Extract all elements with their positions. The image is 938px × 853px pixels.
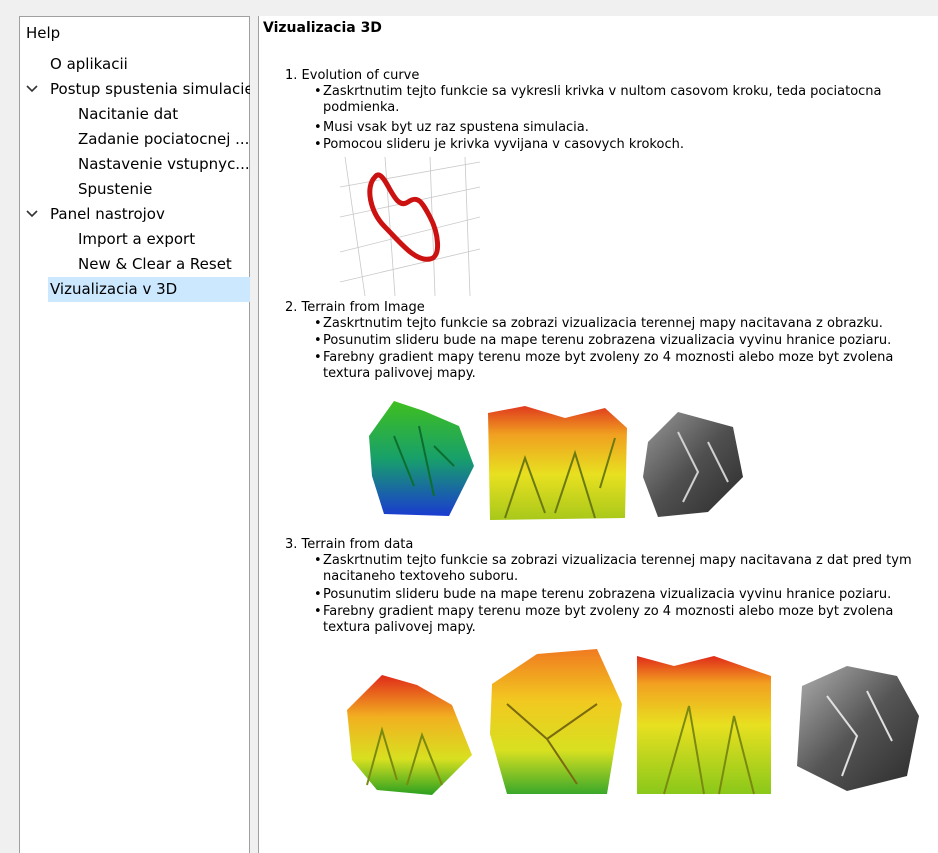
sidebar-item-spustenie[interactable]: Spustenie — [78, 177, 152, 202]
sidebar-item-label: O aplikacii — [50, 55, 128, 73]
bullet-item: • Farebny gradient mapy terenu moze byt z… — [314, 604, 894, 635]
terrain-image-yellow-red-render — [485, 398, 630, 523]
chevron-down-icon[interactable] — [26, 202, 40, 227]
sidebar-item-label: Vizualizacia v 3D — [50, 280, 178, 298]
sidebar-item-panel-nastrojov[interactable]: Panel nastrojov — [20, 202, 249, 227]
terrain-image-green-blue-render — [364, 396, 479, 521]
bullet-item: • Zaskrtnutim tejto funkcie sa zobrazi vi… — [314, 316, 883, 331]
sidebar-item-label: Zadanie pociatocnej ... — [78, 130, 250, 148]
bullet-item: • Posunutim slideru bude na mape terenu z… — [314, 587, 892, 602]
tree-root-label: Help — [26, 24, 61, 42]
sidebar-item-label: Import a export — [78, 230, 196, 248]
terrain-image-grayscale-render — [638, 402, 748, 522]
sidebar-item-label: New & Clear a Reset — [78, 255, 232, 273]
bullet-dot: • — [314, 120, 322, 135]
sidebar-item-vizualizacia-v-3d[interactable]: Vizualizacia v 3D — [48, 277, 251, 302]
terrain-data-render-2 — [487, 644, 627, 799]
splitter-handle[interactable] — [250, 16, 258, 853]
bullet-dot: • — [314, 587, 322, 602]
sidebar-item-o-aplikacii[interactable]: O aplikacii — [50, 52, 128, 77]
chevron-down-icon[interactable] — [26, 77, 40, 102]
tree-root-help[interactable]: Help — [26, 21, 60, 46]
sidebar-item-nacitanie-dat[interactable]: Nacitanie dat — [78, 102, 178, 127]
section-heading-terrain-from-image: 2. Terrain from Image — [285, 300, 425, 315]
section-heading-terrain-from-data: 3. Terrain from data — [285, 537, 414, 552]
page-title: Vizualizacia 3D — [263, 20, 382, 36]
section-heading-evolution-of-curve: 1. Evolution of curve — [285, 68, 420, 83]
sidebar-item-postup-spustenia[interactable]: Postup spustenia simulacie — [20, 77, 254, 102]
terrain-data-render-grayscale — [787, 656, 927, 801]
terrain-data-render-1 — [337, 660, 482, 800]
sidebar-item-label: Nastavenie vstupnyc... — [78, 155, 250, 173]
sidebar-item-label: Spustenie — [78, 180, 153, 198]
bullet-item: • Farebny gradient mapy terenu moze byt z… — [314, 350, 894, 381]
bullet-item: • Zaskrtnutim tejto funkcie sa vykresli k… — [314, 84, 882, 115]
bullet-item: • Zaskrtnutim tejto funkcie sa zobrazi vi… — [314, 553, 912, 584]
curve-evolution-image — [340, 157, 480, 296]
sidebar-item-zadanie-pociatocnej[interactable]: Zadanie pociatocnej ... — [78, 127, 249, 152]
bullet-dot: • — [314, 333, 322, 348]
bullet-item: • Musi vsak byt uz raz spustena simulacia… — [314, 120, 589, 135]
sidebar-item-new-clear-reset[interactable]: New & Clear a Reset — [78, 252, 232, 277]
bullet-dot: • — [314, 316, 322, 331]
sidebar-item-label: Postup spustenia simulacie — [50, 80, 254, 98]
terrain-data-render-3 — [634, 646, 774, 796]
bullet-dot: • — [314, 350, 322, 365]
bullet-dot: • — [314, 84, 322, 99]
sidebar-item-import-a-export[interactable]: Import a export — [78, 227, 195, 252]
bullet-item: • Pomocou slideru je krivka vyvijana v ca… — [314, 137, 684, 152]
bullet-item: • Posunutim slideru bude na mape terenu z… — [314, 333, 892, 348]
sidebar-item-label: Panel nastrojov — [50, 205, 165, 223]
bullet-dot: • — [314, 553, 322, 568]
bullet-dot: • — [314, 604, 322, 619]
sidebar-item-label: Nacitanie dat — [78, 105, 179, 123]
help-content-panel: Vizualizacia 3D 1. Evolution of curve • Z… — [258, 16, 938, 853]
sidebar-item-nastavenie-vstupnych[interactable]: Nastavenie vstupnyc... — [78, 152, 250, 177]
help-tree-panel[interactable]: Help O aplikacii Postup spustenia simula… — [19, 16, 254, 853]
bullet-dot: • — [314, 137, 322, 152]
